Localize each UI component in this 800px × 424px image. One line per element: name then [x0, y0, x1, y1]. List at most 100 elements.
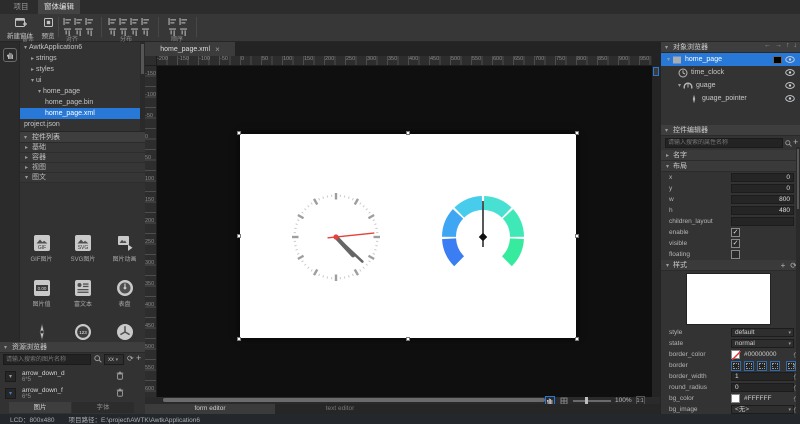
object-browser-header[interactable]: ▾ 对象浏览器 ←→↑↓: [661, 42, 800, 53]
horizontal-scrollbar-thumb[interactable]: [163, 398, 545, 402]
up-icon[interactable]: ↑: [786, 42, 790, 49]
select-bg_image[interactable]: <无>▾: [731, 405, 794, 414]
down-icon[interactable]: ↓: [794, 42, 798, 49]
close-tab-icon[interactable]: ×: [215, 45, 220, 54]
add-resource-icon[interactable]: +: [136, 353, 141, 363]
distribute-icon[interactable]: [119, 28, 128, 37]
resource-tab-字体[interactable]: 字体: [72, 402, 134, 413]
editor-tab-text-editor[interactable]: text editor: [275, 404, 405, 414]
widget-模拟时钟[interactable]: 模拟时钟: [104, 323, 145, 342]
resource-item-arrow_down_d[interactable]: ▾arrow_down_d6*5: [2, 368, 142, 384]
align-icon[interactable]: [85, 17, 94, 26]
section-name[interactable]: ▸ 名字: [661, 150, 800, 161]
distribute-icon[interactable]: [108, 17, 117, 26]
widget-category-视图[interactable]: ▸ 视图: [20, 163, 145, 173]
widget-list-header[interactable]: ▾ 控件列表: [20, 132, 145, 143]
selection-handle[interactable]: [406, 337, 410, 341]
order-icon[interactable]: [168, 17, 177, 26]
prop-value-y[interactable]: 0: [731, 184, 794, 193]
align-icon[interactable]: [85, 28, 94, 37]
widget-环形进度条[interactable]: 123环形进度条: [63, 323, 104, 342]
border-mode-button[interactable]: [744, 361, 754, 371]
section-style[interactable]: ▾ 样式+⟳: [661, 260, 800, 271]
widget-category-基础[interactable]: ▸ 基础: [20, 143, 145, 153]
select-state[interactable]: normal▾: [731, 339, 794, 348]
border-mode-button[interactable]: [770, 361, 780, 371]
visibility-eye-icon[interactable]: [785, 56, 795, 63]
prop-value-x[interactable]: 0: [731, 173, 794, 182]
widget-富文本[interactable]: 富文本: [63, 279, 104, 308]
delete-resource-icon[interactable]: [116, 388, 124, 397]
visibility-eye-icon[interactable]: [785, 95, 795, 102]
prop-value-round_radius[interactable]: 0: [731, 383, 794, 392]
prop-value-border_width[interactable]: 1: [731, 372, 794, 381]
tree-item-strings[interactable]: ▸strings: [20, 53, 145, 64]
distribute-icon[interactable]: [119, 17, 128, 26]
menu-tab-form-edit[interactable]: 窗体编辑: [38, 0, 80, 14]
distribute-icon[interactable]: [108, 28, 117, 37]
align-icon[interactable]: [74, 28, 83, 37]
tree-item-AwtkApplication6[interactable]: ▾AwtkApplication6: [20, 42, 145, 53]
hand-select-tool[interactable]: [3, 48, 17, 62]
forward-icon[interactable]: →: [775, 42, 782, 49]
align-icon[interactable]: [63, 17, 72, 26]
add-property-icon[interactable]: +: [793, 137, 798, 147]
checkbox-visible[interactable]: ✓: [731, 239, 740, 248]
border-mode-button[interactable]: [757, 361, 767, 371]
menu-tab-project[interactable]: 项目: [7, 0, 35, 14]
design-viewport[interactable]: [157, 66, 652, 397]
widget-category-图文[interactable]: ▾ 图文: [20, 173, 145, 183]
checkbox-enable[interactable]: ✓: [731, 228, 740, 237]
distribute-icon[interactable]: [141, 28, 150, 37]
distribute-icon[interactable]: [130, 17, 139, 26]
prop-value-children_layout[interactable]: [731, 217, 794, 226]
property-panel-scrollbar[interactable]: [796, 147, 800, 414]
widget-GIF图片[interactable]: GIFGIF图片: [21, 234, 62, 263]
widget-图片值[interactable]: 0.00图片值: [21, 279, 62, 308]
tree-item-styles[interactable]: ▸styles: [20, 64, 145, 75]
resource-search-input[interactable]: [3, 354, 91, 365]
selection-handle[interactable]: [575, 234, 579, 238]
selection-handle[interactable]: [575, 131, 579, 135]
tree-item-home_page.xml[interactable]: home_page.xml: [20, 108, 145, 119]
visibility-eye-icon[interactable]: [785, 82, 795, 89]
align-icon[interactable]: [74, 17, 83, 26]
widget-表盘指针[interactable]: 表盘指针: [21, 323, 62, 342]
select-style[interactable]: default▾: [731, 328, 794, 337]
widget-表盘[interactable]: 表盘: [104, 279, 145, 308]
document-tab[interactable]: home_page.xml ×: [145, 42, 235, 56]
refresh-icon[interactable]: ⟳: [127, 354, 134, 363]
order-icon[interactable]: [168, 28, 177, 37]
prop-value-w[interactable]: 800: [731, 195, 794, 204]
visibility-eye-icon[interactable]: [785, 69, 795, 76]
gauge-widget[interactable]: [438, 192, 528, 282]
tree-item-project.json[interactable]: project.json: [20, 119, 145, 130]
object-node-home_page[interactable]: ▾home_page: [661, 53, 800, 66]
order-icon[interactable]: [179, 28, 188, 37]
selection-handle[interactable]: [237, 234, 241, 238]
analog-clock-widget[interactable]: [286, 187, 386, 287]
color-swatch-border_color[interactable]: [731, 350, 740, 359]
widget-category-容器[interactable]: ▸ 容器: [20, 153, 145, 163]
tree-item-ui[interactable]: ▾ui: [20, 75, 145, 86]
selection-handle[interactable]: [237, 131, 241, 135]
section-layout[interactable]: ▾ 布局: [661, 161, 800, 172]
order-icon[interactable]: [179, 17, 188, 26]
selection-handle[interactable]: [406, 131, 410, 135]
tree-item-home_page[interactable]: ▾home_page: [20, 86, 145, 97]
widget-图片动画[interactable]: 图片动画: [104, 234, 145, 263]
resource-item-arrow_down_f[interactable]: ▾arrow_down_f6*5: [2, 385, 142, 401]
align-icon[interactable]: [63, 28, 72, 37]
color-swatch-bg_color[interactable]: [731, 394, 740, 403]
widget-editor-header[interactable]: ▾ 控件编辑器: [661, 125, 800, 136]
property-search-input[interactable]: [665, 138, 783, 148]
selection-handle[interactable]: [237, 337, 241, 341]
object-node-guage[interactable]: ▾guage: [661, 79, 800, 92]
resource-browser-header[interactable]: ▾ 资源浏览器: [0, 342, 145, 353]
object-node-time_clock[interactable]: time_clock: [661, 66, 800, 79]
design-canvas-window[interactable]: [240, 134, 576, 338]
resource-tab-图片[interactable]: 图片: [9, 402, 71, 413]
checkbox-floating[interactable]: [731, 250, 740, 259]
vertical-scrollbar[interactable]: [652, 66, 660, 397]
delete-resource-icon[interactable]: [116, 371, 124, 380]
